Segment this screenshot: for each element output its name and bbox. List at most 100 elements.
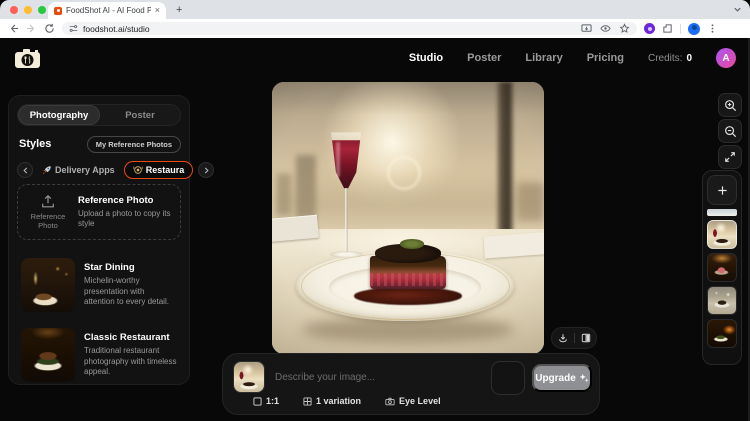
foodshot-logo-icon[interactable] (14, 48, 41, 69)
mode-tab-poster[interactable]: Poster (100, 105, 180, 125)
style-card-classic-restaurant[interactable]: Classic Restaurant Traditional restauran… (17, 324, 181, 386)
browser-toolbar: foodshot.ai/studio (0, 19, 750, 38)
tab-close-icon[interactable]: × (155, 6, 160, 15)
camera-angle-option[interactable]: Eye Level (385, 396, 441, 406)
category-tab-label: Restaura (146, 165, 185, 175)
browser-window: FoodShot AI - AI Food Photog × + foodsho… (0, 0, 750, 421)
upgrade-label: Upgrade (535, 373, 576, 384)
option-label: 1 variation (316, 396, 361, 406)
option-label: Eye Level (399, 396, 441, 406)
url-text: foodshot.ai/studio (83, 24, 576, 34)
address-bar[interactable]: foodshot.ai/studio (62, 22, 637, 35)
style-category-carousel: Delivery Apps Restaura (17, 158, 183, 182)
browser-profile-avatar[interactable] (688, 23, 700, 35)
style-card-description: Michelin-worthy presentation with attent… (84, 276, 177, 307)
nav-library[interactable]: Library (525, 52, 562, 64)
option-label: 1:1 (266, 396, 279, 406)
zoom-in-button[interactable] (718, 93, 742, 117)
styles-heading: Styles (19, 138, 51, 150)
back-icon[interactable] (8, 23, 19, 34)
install-app-icon[interactable] (581, 23, 592, 34)
reference-card-description: Upload a photo to copy its style (78, 209, 172, 230)
category-tab-label: Delivery Apps (55, 165, 115, 175)
camera-icon (385, 397, 395, 406)
styles-sidebar: Photography Poster Styles My Reference P… (8, 95, 190, 385)
window-minimize-button[interactable] (24, 6, 32, 14)
sparkles-icon (579, 373, 589, 383)
preview-eye-icon[interactable] (600, 23, 611, 34)
app-header: Studio Poster Library Pricing Credits: 0… (0, 38, 750, 78)
style-card-star-dining[interactable]: Star Dining Michelin-worthy presentation… (17, 254, 181, 316)
upgrade-button[interactable]: Upgrade (532, 364, 592, 392)
image-actions-pill (551, 327, 597, 349)
foodshot-app: Studio Poster Library Pricing Credits: 0… (0, 38, 750, 421)
browser-tab[interactable]: FoodShot AI - AI Food Photog × (48, 2, 166, 19)
nav-pricing[interactable]: Pricing (587, 52, 624, 64)
add-generation-button[interactable] (707, 175, 737, 205)
reference-slot[interactable] (491, 361, 525, 395)
prompt-bar: Upgrade 1:1 1 variation Eye Level (222, 353, 600, 415)
history-thumbnail-fireplace-dish[interactable] (707, 319, 737, 348)
tab-search-chevron-icon[interactable] (733, 5, 742, 14)
generated-image[interactable] (272, 82, 544, 354)
generation-history-panel (702, 170, 742, 365)
fullscreen-button[interactable] (718, 145, 742, 169)
prompt-reference-thumbnail[interactable] (233, 361, 265, 393)
star-dining-thumbnail (21, 258, 75, 312)
zoom-out-button[interactable] (718, 119, 742, 143)
credits-value: 0 (686, 53, 692, 64)
tab-title: FoodShot AI - AI Food Photog (66, 6, 151, 15)
actions-divider (574, 333, 575, 343)
reload-icon[interactable] (44, 23, 55, 34)
category-tab-delivery-apps[interactable]: Delivery Apps (38, 162, 119, 178)
window-zoom-button[interactable] (38, 6, 46, 14)
generation-options: 1:1 1 variation Eye Level (253, 396, 441, 406)
new-tab-button[interactable]: + (176, 4, 182, 16)
reference-photo-placeholder-label: Reference Photo (26, 212, 70, 231)
mode-tab-photography[interactable]: Photography (18, 105, 100, 125)
foodshot-favicon-icon (54, 7, 62, 15)
nav-studio[interactable]: Studio (409, 52, 443, 64)
variations-option[interactable]: 1 variation (303, 396, 361, 406)
rocket-icon (42, 165, 52, 175)
credits-label: Credits: (648, 53, 682, 64)
toolbar-divider (680, 24, 681, 34)
my-reference-photos-button[interactable]: My Reference Photos (87, 136, 181, 153)
aspect-ratio-option[interactable]: 1:1 (253, 396, 279, 406)
classic-restaurant-thumbnail (21, 328, 75, 382)
site-settings-icon[interactable] (69, 24, 78, 33)
style-card-title: Classic Restaurant (84, 332, 177, 343)
download-icon[interactable] (558, 333, 568, 343)
plus-icon (717, 185, 728, 196)
compare-icon[interactable] (581, 333, 591, 343)
history-thumbnail-window-dish[interactable] (707, 286, 737, 315)
reference-card-title: Reference Photo (78, 195, 172, 206)
zoom-out-icon (724, 125, 737, 138)
traffic-lights (10, 6, 46, 14)
forward-icon[interactable] (26, 23, 37, 34)
carousel-prev-button[interactable] (17, 162, 33, 178)
history-thumbnail-restaurant-dessert[interactable] (707, 253, 737, 282)
bookmark-star-icon[interactable] (619, 23, 630, 34)
tab-strip: FoodShot AI - AI Food Photog × + (0, 0, 750, 19)
upload-icon (40, 194, 56, 209)
expand-icon (724, 151, 736, 163)
carousel-next-button[interactable] (198, 162, 214, 178)
vignette-overlay (272, 82, 544, 354)
prompt-input[interactable] (275, 362, 485, 392)
history-thumbnail-sunset-steak[interactable] (707, 220, 737, 249)
user-avatar[interactable]: A (716, 48, 736, 68)
history-thumbnail-partial[interactable] (707, 209, 737, 216)
extensions-icon[interactable] (662, 23, 673, 34)
extension-badge-icon[interactable] (644, 23, 655, 34)
category-tab-restaurant[interactable]: Restaura (124, 161, 194, 179)
restaurant-icon (133, 165, 143, 175)
window-close-button[interactable] (10, 6, 18, 14)
reference-photo-card[interactable]: Reference Photo Reference Photo Upload a… (17, 184, 181, 240)
mode-switcher: Photography Poster (17, 104, 181, 126)
nav-poster[interactable]: Poster (467, 52, 501, 64)
style-card-title: Star Dining (84, 262, 177, 273)
zoom-in-icon (724, 99, 737, 112)
browser-menu-icon[interactable] (707, 23, 718, 34)
style-card-description: Traditional restaurant photography with … (84, 346, 177, 377)
